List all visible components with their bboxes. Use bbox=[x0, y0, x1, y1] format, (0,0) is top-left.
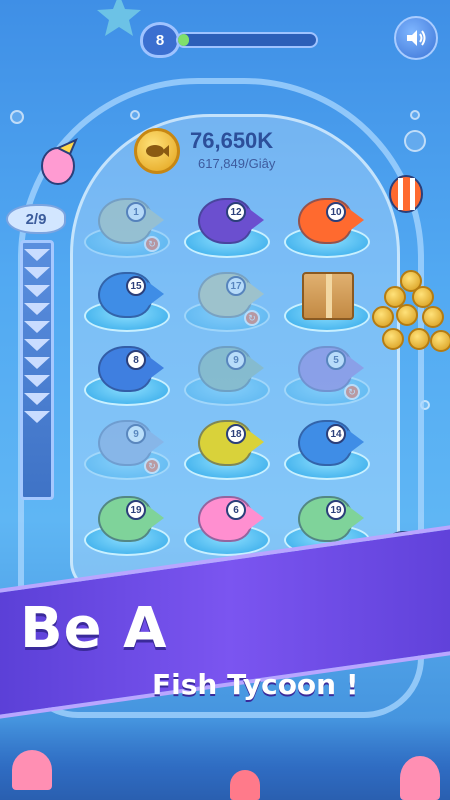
chevron-down-icon bbox=[24, 249, 50, 261]
fish-level-badge: 9 bbox=[226, 350, 246, 370]
fish-cell[interactable]: 9 ↻ bbox=[82, 418, 172, 482]
fish-level-badge: 9 bbox=[126, 424, 146, 444]
slot-count-text: 2/9 bbox=[25, 210, 47, 228]
fish-tail bbox=[248, 430, 264, 454]
coral bbox=[400, 756, 440, 800]
fish-level-badge: 6 bbox=[226, 500, 246, 520]
fish-level-badge: 18 bbox=[226, 424, 246, 444]
pile-coin bbox=[422, 306, 444, 328]
coin-pile[interactable] bbox=[370, 270, 450, 360]
fish-level-badge: 12 bbox=[226, 202, 246, 222]
level-progress-bar bbox=[176, 32, 318, 48]
crate-icon bbox=[302, 272, 354, 320]
fish-level-badge: 1 bbox=[126, 202, 146, 222]
fish-tail bbox=[148, 208, 164, 232]
chevron-down-icon bbox=[24, 285, 50, 297]
level-number: 8 bbox=[155, 31, 165, 49]
bubble bbox=[410, 110, 420, 120]
pile-coin bbox=[372, 306, 394, 328]
fish-level-badge: 15 bbox=[126, 276, 146, 296]
coral bbox=[12, 750, 52, 790]
fish-conveyor bbox=[20, 240, 54, 500]
swap-icon: ↻ bbox=[344, 384, 360, 400]
fish-tail bbox=[348, 430, 364, 454]
pile-coin bbox=[430, 330, 450, 352]
fish-tail bbox=[148, 430, 164, 454]
fish-tail bbox=[348, 208, 364, 232]
fish-cell[interactable]: 14 bbox=[282, 418, 372, 482]
fish-tail bbox=[348, 506, 364, 530]
fish-level-badge: 10 bbox=[326, 202, 346, 222]
swap-icon: ↻ bbox=[144, 458, 160, 474]
fish-level-badge: 19 bbox=[326, 500, 346, 520]
top-hud: 8 bbox=[0, 0, 450, 80]
coin-rate: 617,849/Giây bbox=[198, 156, 276, 171]
pile-coin bbox=[412, 286, 434, 308]
chevron-down-icon bbox=[24, 375, 50, 387]
fish-tail bbox=[248, 282, 264, 306]
fish-tail bbox=[248, 356, 264, 380]
chevron-down-icon bbox=[24, 267, 50, 279]
fish-cell[interactable]: 6 bbox=[182, 494, 272, 558]
coin-fish-icon bbox=[134, 128, 180, 174]
bubble bbox=[404, 130, 426, 152]
fish-level-badge: 17 bbox=[226, 276, 246, 296]
level-progress-fill bbox=[178, 34, 190, 46]
chevron-down-icon bbox=[24, 339, 50, 351]
swap-icon: ↻ bbox=[144, 236, 160, 252]
fish-cell[interactable]: 10 bbox=[282, 196, 372, 260]
slot-fish-sign: 2/9 bbox=[6, 204, 66, 234]
fish-cell[interactable]: 19 bbox=[82, 494, 172, 558]
mystery-crate-cell[interactable] bbox=[282, 270, 372, 334]
pile-coin bbox=[396, 304, 418, 326]
fish-cell[interactable]: 9 bbox=[182, 344, 272, 408]
swap-icon: ↻ bbox=[244, 310, 260, 326]
fish-tail bbox=[248, 506, 264, 530]
clownfish-decoration bbox=[389, 175, 423, 213]
fish-tail bbox=[148, 356, 164, 380]
crate-tape bbox=[326, 274, 332, 318]
chevron-down-icon bbox=[24, 303, 50, 315]
fish-cell[interactable]: 8 bbox=[82, 344, 172, 408]
fish-level-badge: 5 bbox=[326, 350, 346, 370]
speaker-icon bbox=[407, 30, 426, 46]
chevron-down-icon bbox=[24, 321, 50, 333]
chevron-down-icon bbox=[24, 393, 50, 405]
fish-cell[interactable]: 12 bbox=[182, 196, 272, 260]
chevron-down-icon bbox=[24, 411, 50, 423]
coral bbox=[230, 770, 260, 800]
fish-tail bbox=[148, 506, 164, 530]
fish-cell[interactable]: 18 bbox=[182, 418, 272, 482]
fish-cell[interactable]: 15 bbox=[82, 270, 172, 334]
chevron-down-icon bbox=[24, 357, 50, 369]
fish-level-badge: 14 bbox=[326, 424, 346, 444]
fish-level-badge: 19 bbox=[126, 500, 146, 520]
flying-fish-decoration bbox=[41, 138, 78, 185]
coin-display: 76,650K 617,849/Giây bbox=[134, 126, 354, 176]
fish-cell[interactable]: 5 ↻ bbox=[282, 344, 372, 408]
fish-cell[interactable]: 1 ↻ bbox=[82, 196, 172, 260]
sound-toggle-button[interactable] bbox=[394, 16, 438, 60]
fish-cell[interactable]: 17 ↻ bbox=[182, 270, 272, 334]
level-badge: 8 bbox=[140, 22, 180, 58]
fish-tail bbox=[148, 282, 164, 306]
fish-tail bbox=[248, 208, 264, 232]
banner-subline: Fish Tycoon ! bbox=[152, 668, 359, 701]
fish-tail bbox=[348, 356, 364, 380]
bubble bbox=[10, 110, 24, 124]
seabed bbox=[0, 720, 450, 800]
pile-coin bbox=[382, 328, 404, 350]
coin-total: 76,650K bbox=[190, 128, 274, 153]
banner-headline: Be A bbox=[20, 596, 168, 661]
fish-level-badge: 8 bbox=[126, 350, 146, 370]
pile-coin bbox=[408, 328, 430, 350]
